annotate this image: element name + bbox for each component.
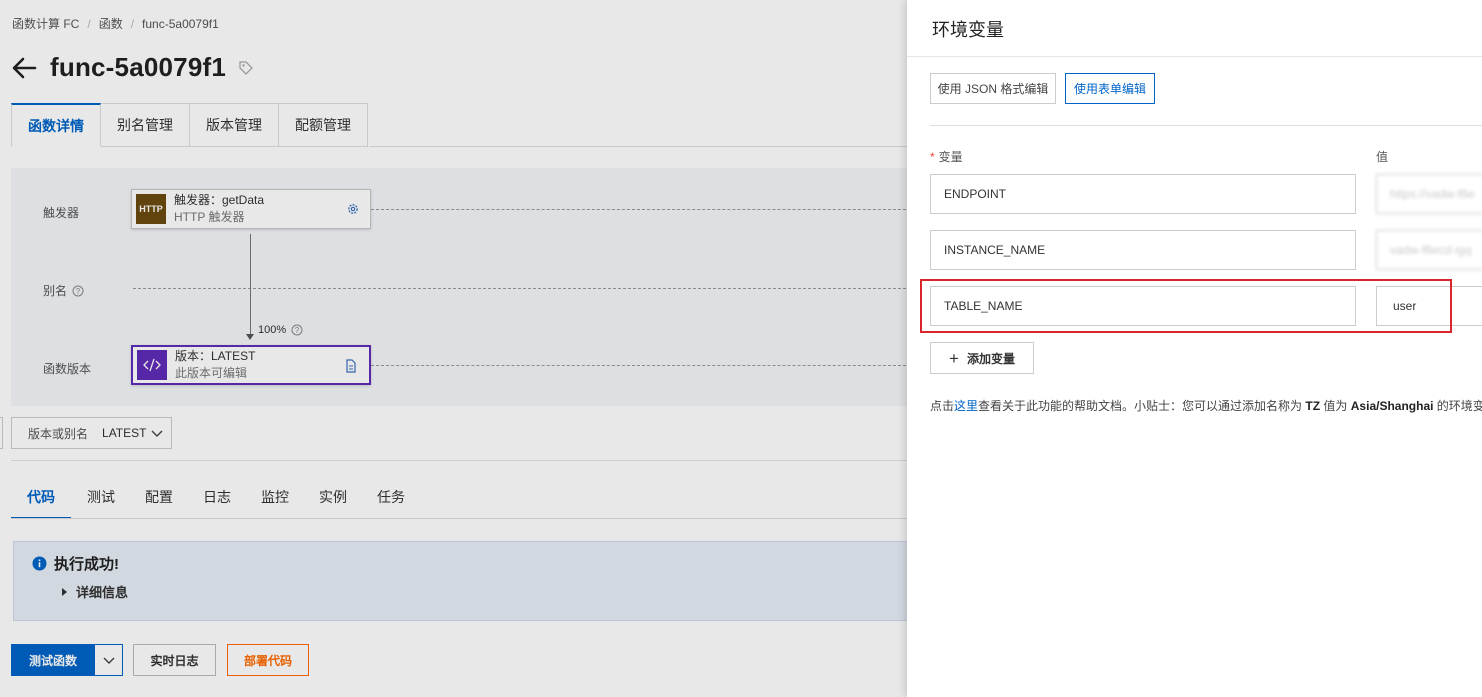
- value-column-label: 值: [1376, 150, 1389, 164]
- question-icon[interactable]: ?: [72, 285, 84, 297]
- page-title: func-5a0079f1: [50, 52, 227, 82]
- tab-alias-management[interactable]: 别名管理: [101, 103, 190, 147]
- add-variable-label: 添加变量: [966, 351, 1015, 366]
- execution-result-panel: 执行成功! 详细信息: [13, 541, 907, 621]
- code-tabs: 代码 测试 配置 日志 监控 实例 任务: [11, 478, 421, 519]
- test-function-button[interactable]: 测试函数: [11, 644, 95, 676]
- result-title-text: 执行成功!: [54, 556, 119, 573]
- trigger-node-title: 触发器：getData: [174, 193, 265, 207]
- env-key-input[interactable]: TABLE_NAME: [930, 286, 1356, 326]
- version-alias-select[interactable]: 版本或别名 LATEST: [11, 417, 172, 449]
- help-tz-name: TZ: [1305, 399, 1321, 413]
- version-code-icon: [137, 350, 167, 380]
- help-text: 点击这里查看关于此功能的帮助文档。小贴士：您可以通过添加名称为 TZ 值为 As…: [930, 397, 1482, 414]
- section-divider: [11, 460, 907, 461]
- version-node[interactable]: 版本：LATEST 此版本可编辑: [131, 345, 371, 385]
- version-dashed-line: [371, 365, 907, 366]
- breadcrumb-item-fc[interactable]: 函数计算 FC: [12, 15, 79, 32]
- breadcrumb-item-functions[interactable]: 函数: [99, 15, 123, 32]
- chevron-down-icon: [103, 654, 115, 666]
- question-icon[interactable]: ?: [291, 324, 303, 336]
- function-tabs: 函数详情 别名管理 版本管理 配额管理: [11, 103, 368, 147]
- back-arrow-icon[interactable]: [10, 54, 38, 82]
- version-row-label: 函数版本: [43, 362, 92, 376]
- version-node-title: 版本：LATEST: [175, 349, 256, 363]
- json-edit-mode-button[interactable]: 使用 JSON 格式编辑: [930, 73, 1056, 104]
- env-value-input[interactable]: vadw-f6ecd-igq: [1376, 230, 1482, 270]
- version-select-label: 版本或别名: [28, 426, 89, 441]
- help-tz-value: Asia/Shanghai: [1350, 399, 1434, 413]
- form-edit-mode-button[interactable]: 使用表单编辑: [1065, 73, 1155, 104]
- function-detail-page: 函数计算 FC / 函数 / func-5a0079f1 func-5a0079…: [0, 0, 907, 697]
- details-label: 详细信息: [76, 585, 129, 600]
- trigger-dashed-line: [371, 209, 907, 210]
- svg-text:?: ?: [76, 287, 81, 296]
- alias-row-label-text: 别名: [43, 284, 68, 298]
- collapsed-panel-edge[interactable]: [0, 417, 3, 449]
- help-suffix: 的环境变: [1436, 399, 1482, 413]
- trigger-node-subtitle: HTTP 触发器: [174, 210, 245, 224]
- result-title: 执行成功!: [32, 553, 119, 574]
- drawer-title: 环境变量: [932, 20, 1004, 40]
- traffic-arrow-icon: [246, 334, 254, 340]
- tab-test[interactable]: 测试: [73, 478, 129, 519]
- breadcrumb-separator: /: [87, 16, 91, 31]
- env-key-input[interactable]: ENDPOINT: [930, 174, 1356, 214]
- http-trigger-icon: HTTP: [136, 194, 166, 224]
- tab-config[interactable]: 配置: [131, 478, 187, 519]
- test-options-dropdown[interactable]: [94, 644, 123, 676]
- breadcrumb-item-current: func-5a0079f1: [142, 16, 219, 31]
- variable-column-label: * 变量: [930, 148, 963, 165]
- alias-row-label: 别名 ?: [43, 282, 84, 299]
- code-tabs-divider: [11, 518, 907, 519]
- details-toggle[interactable]: 详细信息: [62, 582, 128, 601]
- tab-quota-management[interactable]: 配额管理: [279, 103, 368, 147]
- help-middle: 查看关于此功能的帮助文档。小贴士：您可以通过添加名称为: [978, 399, 1303, 413]
- traffic-percentage-value: 100%: [258, 324, 287, 336]
- tab-function-details[interactable]: 函数详情: [11, 103, 101, 147]
- plus-icon: +: [949, 348, 959, 368]
- tab-monitoring[interactable]: 监控: [247, 478, 303, 519]
- document-icon[interactable]: [345, 359, 359, 373]
- breadcrumb: 函数计算 FC / 函数 / func-5a0079f1: [12, 15, 219, 32]
- title-row: func-5a0079f1: [10, 52, 254, 83]
- env-key-input[interactable]: INSTANCE_NAME: [930, 230, 1356, 270]
- env-variables-drawer: 环境变量 使用 JSON 格式编辑 使用表单编辑 * 变量 值 ENDPOINT …: [907, 0, 1482, 697]
- traffic-percentage: 100% ?: [258, 324, 303, 336]
- drawer-header-divider: [907, 56, 1482, 57]
- tab-tasks[interactable]: 任务: [363, 478, 419, 519]
- caret-right-icon: [62, 587, 67, 596]
- mode-divider: [930, 125, 1482, 126]
- tag-icon[interactable]: [238, 60, 254, 76]
- tab-instances[interactable]: 实例: [305, 478, 361, 519]
- chevron-down-icon: [151, 427, 163, 439]
- breadcrumb-separator: /: [130, 16, 135, 31]
- svg-text:?: ?: [295, 326, 300, 335]
- realtime-logs-button[interactable]: 实时日志: [133, 644, 216, 676]
- add-variable-button[interactable]: + 添加变量: [930, 342, 1034, 374]
- trigger-node[interactable]: HTTP 触发器：getData HTTP 触发器: [131, 189, 371, 229]
- help-doc-link[interactable]: 这里: [954, 399, 978, 413]
- traffic-connector-line: [250, 234, 251, 338]
- tabs-divider: [369, 146, 907, 147]
- required-marker: *: [930, 150, 935, 164]
- info-icon: [32, 556, 47, 571]
- function-topology-diagram: 触发器 别名 ? 函数版本 HTTP 触发器：getData HTTP 触发器: [11, 168, 907, 406]
- version-select-value: LATEST: [102, 426, 147, 440]
- env-value-input[interactable]: https://vadw-f6e: [1376, 174, 1482, 214]
- deploy-code-button[interactable]: 部署代码: [227, 644, 309, 676]
- help-value-word: 值为: [1323, 399, 1348, 413]
- variable-column-label-text: 变量: [938, 150, 963, 164]
- tab-version-management[interactable]: 版本管理: [190, 103, 279, 147]
- gear-icon[interactable]: [346, 202, 360, 216]
- tab-code[interactable]: 代码: [11, 478, 71, 519]
- trigger-row-label: 触发器: [43, 206, 80, 220]
- tab-logs[interactable]: 日志: [189, 478, 245, 519]
- version-node-subtitle: 此版本可编辑: [175, 366, 248, 380]
- help-prefix: 点击: [930, 399, 955, 413]
- env-value-input[interactable]: user: [1376, 286, 1482, 326]
